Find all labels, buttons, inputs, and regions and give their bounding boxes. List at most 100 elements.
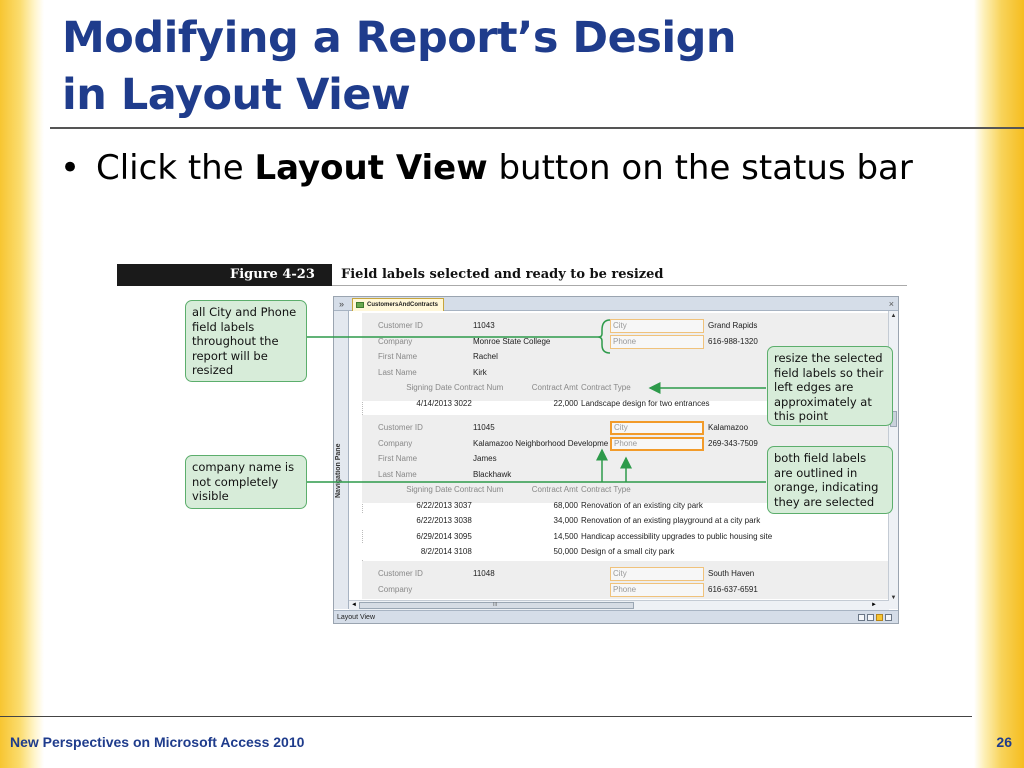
contract-type: Renovation of an existing city park bbox=[581, 500, 703, 510]
title-divider bbox=[50, 127, 1024, 129]
contract-header-signing-date: Signing Date bbox=[406, 485, 452, 494]
first-name-value: James bbox=[473, 454, 497, 463]
callout-resize-point: resize the selected field labels so thei… bbox=[767, 346, 893, 426]
figure-caption: Field labels selected and ready to be re… bbox=[341, 267, 664, 282]
horizontal-scrollbar[interactable]: ◄ III ► bbox=[349, 600, 889, 610]
callout-city-phone-labels: all City and Phone field labels througho… bbox=[185, 300, 307, 382]
city-field-label[interactable]: City bbox=[610, 319, 704, 333]
contract-header-amount: Contract Amt bbox=[531, 383, 578, 392]
contract-number: 3022 bbox=[454, 398, 472, 408]
bullet-suffix: button on the status bar bbox=[487, 148, 913, 188]
city-field-label[interactable]: City bbox=[610, 421, 704, 435]
scroll-grip-icon: III bbox=[493, 602, 498, 608]
title-line-1: Modifying a Report’s Design bbox=[62, 13, 737, 63]
footer-divider bbox=[0, 716, 972, 717]
phone-value: 616-988-1320 bbox=[708, 336, 758, 346]
contract-type: Handicap accessibility upgrades to publi… bbox=[581, 531, 773, 541]
contract-amount: 14,500 bbox=[553, 531, 578, 541]
document-tab-strip: » CustomersAndContracts × bbox=[334, 297, 898, 311]
contract-header-number: Contract Num bbox=[454, 485, 504, 494]
phone-field-label[interactable]: Phone bbox=[610, 436, 704, 451]
figure-header: Figure 4-23 Field labels selected and re… bbox=[117, 264, 907, 286]
callout-company-not-visible: company name is not completely visible bbox=[185, 455, 307, 509]
bullet-glyph: • bbox=[60, 148, 81, 188]
customer-id-value: 11043 bbox=[473, 321, 495, 330]
contract-date: 6/22/2013 bbox=[416, 516, 452, 525]
contract-type: Design of a small city park bbox=[581, 547, 675, 556]
customer-id-value: 11048 bbox=[473, 569, 495, 578]
scroll-up-icon[interactable]: ▲ bbox=[890, 313, 897, 320]
contract-number: 3108 bbox=[454, 547, 472, 556]
phone-field-label[interactable]: Phone bbox=[610, 334, 704, 349]
contract-header-signing-date: Signing Date bbox=[406, 383, 452, 392]
city-value: Grand Rapids bbox=[708, 321, 758, 330]
left-gold-bar bbox=[0, 0, 44, 768]
report-view-button[interactable] bbox=[858, 614, 865, 621]
customer-id-value: 11045 bbox=[473, 423, 495, 432]
first-name-label: First Name bbox=[378, 454, 418, 463]
city-value: South Haven bbox=[708, 569, 755, 578]
contract-date: 4/14/2013 bbox=[416, 398, 452, 408]
design-view-button[interactable] bbox=[885, 614, 892, 621]
customer-id-label: Customer ID bbox=[378, 569, 423, 578]
contract-number: 3037 bbox=[454, 500, 472, 510]
scroll-down-icon[interactable]: ▼ bbox=[890, 595, 897, 602]
navigation-pane-label: Navigation Pane bbox=[335, 443, 342, 499]
company-label: Company bbox=[378, 584, 413, 594]
page-number: 26 bbox=[996, 734, 1012, 750]
close-icon[interactable]: × bbox=[889, 297, 894, 311]
footer-text: New Perspectives on Microsoft Access 201… bbox=[10, 734, 305, 750]
contract-date: 6/29/2014 bbox=[416, 531, 452, 541]
bullet-bold-text: Layout View bbox=[254, 148, 488, 188]
contract-number: 3038 bbox=[454, 516, 472, 525]
status-view-label: Layout View bbox=[337, 614, 376, 621]
status-bar: Layout View bbox=[334, 610, 898, 623]
scroll-left-icon[interactable]: ◄ bbox=[351, 601, 357, 610]
bullet-prefix: Click the bbox=[96, 148, 255, 188]
company-value: Kalamazoo Neighborhood Developme bbox=[473, 438, 609, 448]
city-value: Kalamazoo bbox=[708, 423, 749, 432]
contract-amount: 22,000 bbox=[553, 398, 578, 408]
right-gold-bar bbox=[974, 0, 1024, 768]
contract-amount: 34,000 bbox=[553, 516, 578, 525]
last-name-value: Blackhawk bbox=[473, 469, 512, 479]
company-label: Company bbox=[378, 438, 413, 448]
phone-value: 616-637-6591 bbox=[708, 584, 758, 594]
tab-customers-and-contracts[interactable]: CustomersAndContracts bbox=[352, 298, 444, 311]
contract-header-number: Contract Num bbox=[454, 383, 504, 392]
contract-header-type: Contract Type bbox=[581, 485, 631, 494]
phone-field-label[interactable]: Phone bbox=[610, 582, 704, 597]
title-line-2: in Layout View bbox=[62, 70, 411, 120]
contract-amount: 68,000 bbox=[553, 500, 578, 510]
last-name-label: Last Name bbox=[378, 469, 417, 479]
scroll-right-icon[interactable]: ► bbox=[871, 601, 877, 610]
customer-id-label: Customer ID bbox=[378, 321, 423, 330]
contract-number: 3095 bbox=[454, 531, 472, 541]
report-icon bbox=[356, 302, 364, 308]
contract-date: 8/2/2014 bbox=[420, 547, 452, 556]
last-name-label: Last Name bbox=[378, 367, 417, 377]
contract-header-amount: Contract Amt bbox=[531, 485, 578, 494]
slide-title: Modifying a Report’s Design in Layout Vi… bbox=[62, 10, 942, 124]
contract-amount: 50,000 bbox=[553, 547, 578, 556]
callout-outlined-orange: both field labels are outlined in orange… bbox=[767, 446, 893, 514]
figure-header-rule bbox=[332, 285, 907, 286]
phone-value: 269-343-7509 bbox=[708, 438, 758, 448]
customer-id-label: Customer ID bbox=[378, 423, 423, 432]
nav-pane-toggle-button[interactable]: » bbox=[334, 297, 349, 311]
navigation-pane[interactable]: Navigation Pane bbox=[334, 311, 349, 609]
bullet-point: • Click the Layout View button on the sta… bbox=[60, 148, 913, 188]
contract-type: Renovation of an existing playground at … bbox=[581, 516, 761, 525]
city-field-label[interactable]: City bbox=[610, 567, 704, 581]
layout-view-button[interactable] bbox=[876, 614, 883, 621]
first-name-value: Rachel bbox=[473, 352, 498, 361]
contract-date: 6/22/2013 bbox=[416, 500, 452, 510]
company-label: Company bbox=[378, 336, 413, 346]
contract-type: Landscape design for two entrances bbox=[581, 398, 710, 408]
first-name-label: First Name bbox=[378, 352, 418, 361]
print-preview-button[interactable] bbox=[867, 614, 874, 621]
figure-number: Figure 4-23 bbox=[117, 264, 332, 286]
contract-header-type: Contract Type bbox=[581, 383, 631, 392]
tab-label: CustomersAndContracts bbox=[367, 302, 439, 308]
last-name-value: Kirk bbox=[473, 367, 487, 377]
